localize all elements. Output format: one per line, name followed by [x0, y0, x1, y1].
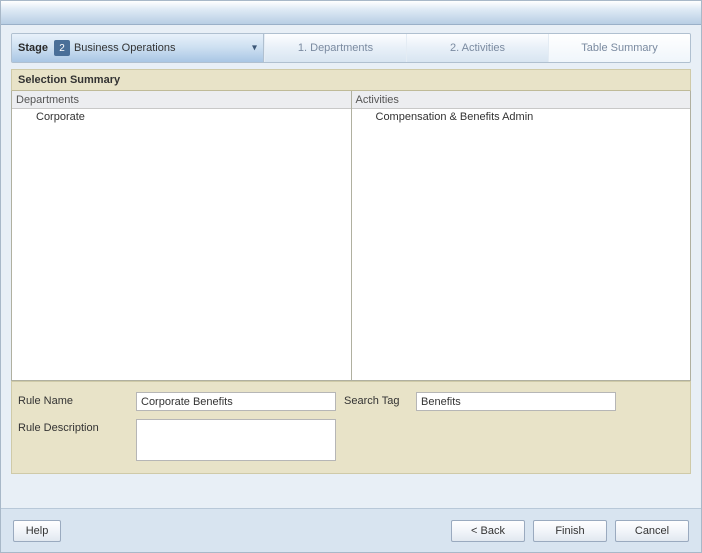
- stage-selector[interactable]: Stage 2 Business Operations ▾: [12, 34, 264, 62]
- activities-list[interactable]: Compensation & Benefits Admin: [352, 109, 691, 381]
- search-tag-input[interactable]: [416, 392, 616, 411]
- search-tag-label: Search Tag: [336, 392, 416, 407]
- form-area: Rule Name Search Tag Rule Description: [11, 381, 691, 474]
- wizard-window: Stage 2 Business Operations ▾ 1. Departm…: [0, 0, 702, 553]
- list-item[interactable]: Compensation & Benefits Admin: [352, 109, 691, 125]
- rule-name-row: Rule Name Search Tag: [18, 392, 684, 411]
- content-area: Stage 2 Business Operations ▾ 1. Departm…: [1, 25, 701, 508]
- departments-header: Departments: [12, 91, 351, 109]
- tab-table-summary[interactable]: Table Summary: [548, 34, 690, 62]
- rule-desc-label: Rule Description: [18, 419, 136, 434]
- stage-label: Stage: [18, 42, 48, 54]
- rule-description-input[interactable]: [136, 419, 336, 461]
- tab-label: Table Summary: [581, 42, 657, 54]
- titlebar: [1, 1, 701, 25]
- stage-dropdown[interactable]: Business Operations: [74, 38, 257, 58]
- footer: Help < Back Finish Cancel: [1, 508, 701, 552]
- tab-departments[interactable]: 1. Departments: [264, 34, 406, 62]
- help-button[interactable]: Help: [13, 520, 61, 542]
- tab-label: 2. Activities: [450, 42, 505, 54]
- activities-header: Activities: [352, 91, 691, 109]
- section-title: Selection Summary: [11, 69, 691, 91]
- tab-label: 1. Departments: [298, 42, 373, 54]
- stage-number-badge: 2: [54, 40, 70, 56]
- rule-desc-row: Rule Description: [18, 419, 684, 461]
- selection-grid: Departments Corporate Activities Compens…: [11, 91, 691, 381]
- activities-column: Activities Compensation & Benefits Admin: [352, 91, 691, 381]
- back-button[interactable]: < Back: [451, 520, 525, 542]
- departments-column: Departments Corporate: [12, 91, 352, 381]
- tab-activities[interactable]: 2. Activities: [406, 34, 548, 62]
- rule-name-label: Rule Name: [18, 392, 136, 407]
- stage-tabbar: Stage 2 Business Operations ▾ 1. Departm…: [11, 33, 691, 63]
- rule-name-input[interactable]: [136, 392, 336, 411]
- cancel-button[interactable]: Cancel: [615, 520, 689, 542]
- list-item[interactable]: Corporate: [12, 109, 351, 125]
- departments-list[interactable]: Corporate: [12, 109, 351, 381]
- finish-button[interactable]: Finish: [533, 520, 607, 542]
